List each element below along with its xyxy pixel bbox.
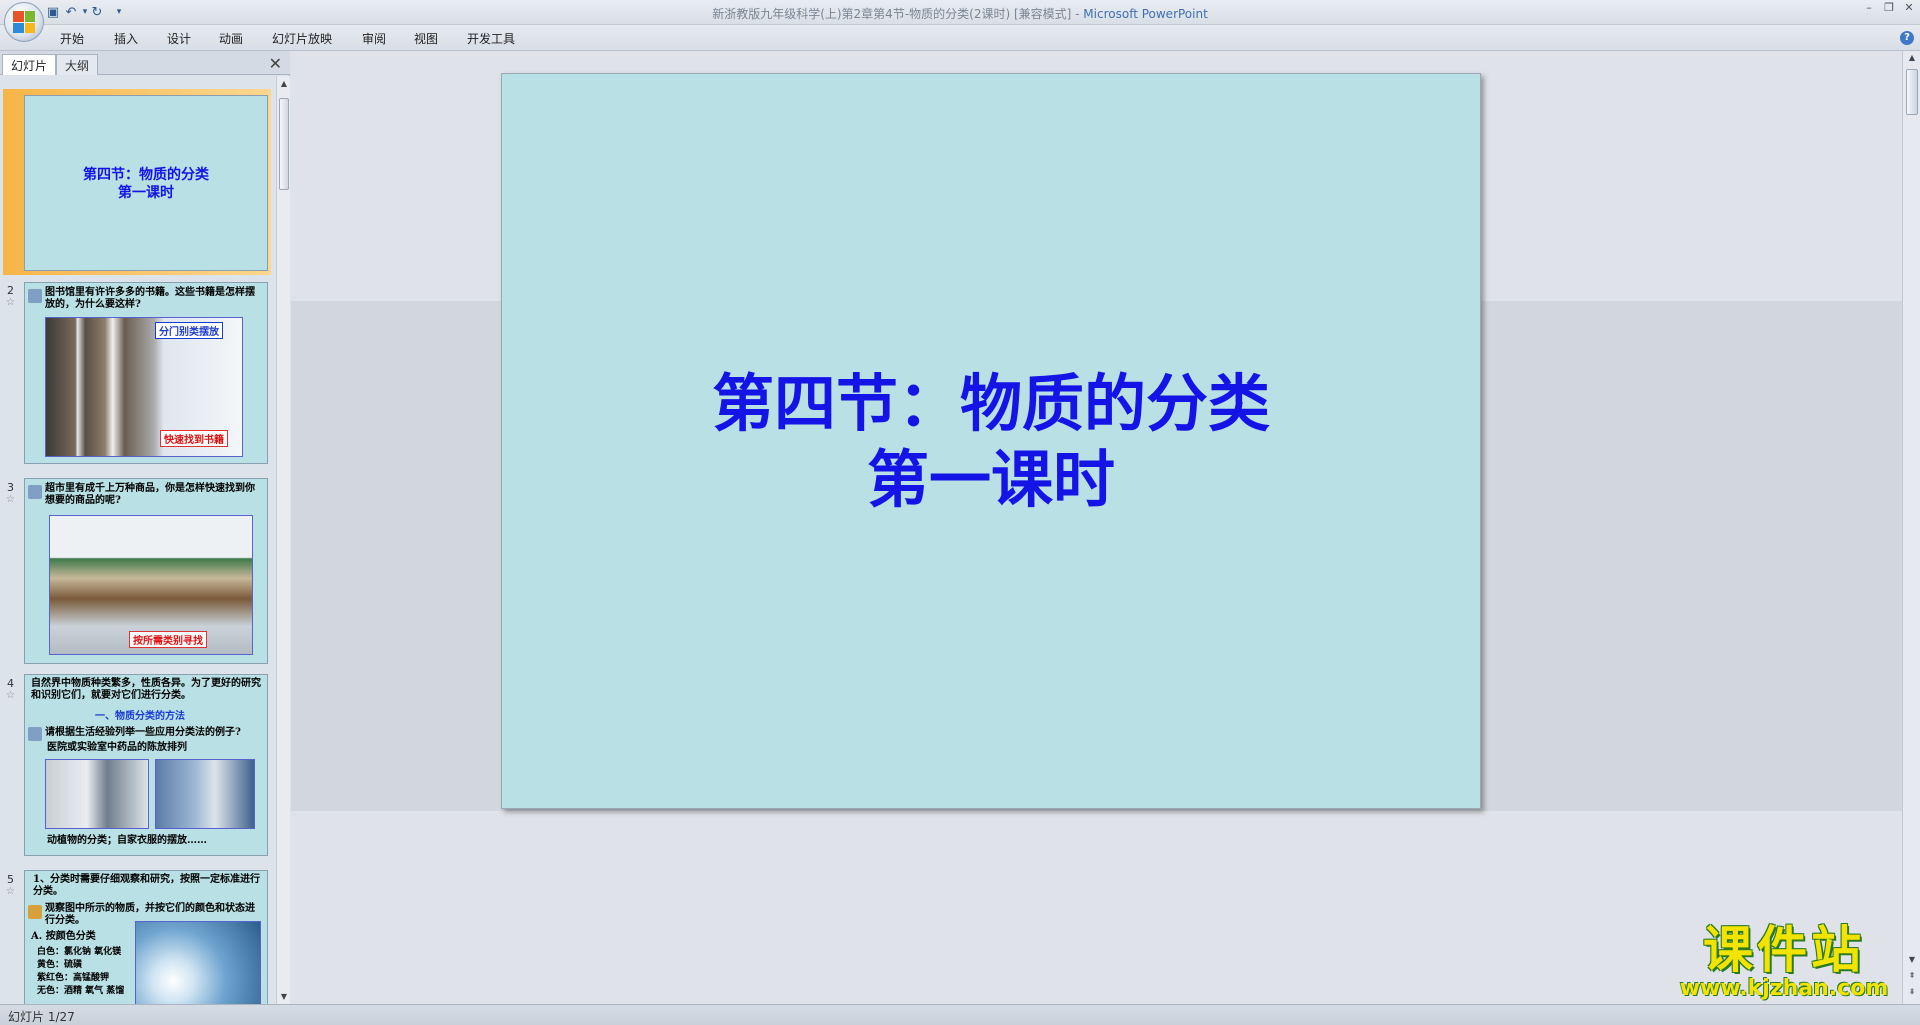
watermark-logo: 课件站 www.kjzhan.com bbox=[1668, 924, 1900, 1001]
tab-view[interactable]: 视图 bbox=[414, 30, 438, 47]
status-bar: 幻灯片 1/27 bbox=[0, 1004, 1920, 1025]
book-icon bbox=[28, 485, 42, 499]
animation-star-icon: ☆ bbox=[6, 886, 15, 897]
window-title: 新浙教版九年级科学(上)第2章第4节-物质的分类(2课时) [兼容模式] - M… bbox=[0, 5, 1920, 22]
scroll-thumb[interactable] bbox=[279, 98, 289, 190]
book-icon bbox=[28, 727, 42, 741]
animation-star-icon: ☆ bbox=[6, 494, 15, 505]
slide-thumb-3[interactable]: 超市里有成千上万种商品，你是怎样快速找到你想要的商品的呢? 按所需类别寻找 bbox=[24, 478, 268, 664]
title-bar: ▣ ↶ ▾ ↻ ▾ 新浙教版九年级科学(上)第2章第4节-物质的分类(2课时) … bbox=[0, 0, 1920, 42]
tab-developer[interactable]: 开发工具 bbox=[467, 30, 515, 47]
thumb5-row: 紫红色：高锰酸钾 bbox=[37, 973, 110, 983]
thumb2-label-top: 分门别类摆放 bbox=[155, 322, 223, 339]
thumb-number: 5 bbox=[7, 873, 14, 886]
thumb-number: 4 bbox=[7, 677, 14, 690]
slide-counter: 幻灯片 1/27 bbox=[8, 1010, 75, 1024]
previous-slide-icon[interactable]: ⇞ bbox=[1907, 971, 1917, 980]
thumb5-a-label: A. 按颜色分类 bbox=[31, 931, 96, 942]
thumb4-text: 自然界中物质种类繁多，性质各异。为了更好的研究和识别它们，就要对它们进行分类。 bbox=[31, 678, 261, 701]
slide-thumb-2[interactable]: 图书馆里有许许多多的书籍。这些书籍是怎样摆放的，为什么要这样? 分门别类摆放 快… bbox=[24, 282, 268, 464]
slides-pane: 幻灯片 大纲 ✕ 1 ☆ 第四节：物质的分类 第一课时 2 ☆ 图书馆里有许许多… bbox=[0, 51, 290, 1004]
slide-canvas: 第四节：物质的分类 第一课时 bbox=[291, 51, 1910, 1004]
office-button[interactable] bbox=[4, 2, 44, 42]
book-icon bbox=[28, 289, 42, 303]
slide-title-line2: 第一课时 bbox=[866, 443, 1115, 516]
pharmacy-photo bbox=[45, 759, 149, 829]
close-pane-icon[interactable]: ✕ bbox=[269, 54, 282, 73]
thumb-number: 2 bbox=[7, 284, 14, 297]
canvas-scrollbar[interactable]: ▲ ▼ ⇞ ⇟ bbox=[1902, 51, 1920, 1004]
watermark-url: www.kjzhan.com bbox=[1679, 976, 1889, 1001]
scroll-down-icon[interactable]: ▼ bbox=[1907, 955, 1917, 964]
thumb4-footer: 动植物的分类；自家衣服的摆放…… bbox=[47, 835, 207, 846]
tab-slides[interactable]: 幻灯片 bbox=[2, 54, 57, 75]
next-slide-icon[interactable]: ⇟ bbox=[1907, 987, 1917, 996]
close-icon[interactable]: ✕ bbox=[1900, 1, 1918, 15]
scroll-up-icon[interactable]: ▲ bbox=[1907, 53, 1917, 62]
minimize-icon[interactable]: – bbox=[1860, 1, 1878, 15]
tab-animations[interactable]: 动画 bbox=[219, 30, 243, 47]
scroll-down-icon[interactable]: ▼ bbox=[279, 992, 289, 1001]
thumb5-row: 黄色：硫磺 bbox=[37, 960, 83, 970]
help-icon[interactable]: ? bbox=[1900, 31, 1914, 45]
slide-thumb-5[interactable]: 1、分类时需要仔细观察和研究，按照一定标准进行分类。 观察图中所示的物质，并按它… bbox=[24, 870, 268, 1004]
lab-photo bbox=[155, 759, 255, 829]
scroll-up-icon[interactable]: ▲ bbox=[279, 79, 289, 88]
tab-design[interactable]: 设计 bbox=[167, 30, 191, 47]
slide-thumbnails: 1 ☆ 第四节：物质的分类 第一课时 2 ☆ 图书馆里有许许多多的书籍。这些书籍… bbox=[0, 76, 274, 1004]
thumb5-rows: 白色：氯化钠 氧化镁 黄色：硫磺 紫红色：高锰酸钾 无色：酒精 氧气 蒸馏 bbox=[37, 946, 124, 998]
animation-star-icon: ☆ bbox=[6, 297, 15, 308]
thumb5-row: 白色：氯化钠 氧化镁 bbox=[37, 947, 122, 957]
scroll-thumb[interactable] bbox=[1906, 69, 1918, 115]
tab-outline[interactable]: 大纲 bbox=[56, 54, 99, 75]
restore-icon[interactable]: ❐ bbox=[1880, 1, 1898, 15]
thumb2-text: 图书馆里有许许多多的书籍。这些书籍是怎样摆放的，为什么要这样? bbox=[45, 287, 255, 310]
app-name: Microsoft PowerPoint bbox=[1083, 7, 1208, 21]
thumbs-scrollbar[interactable]: ▲ ▼ bbox=[276, 76, 290, 1004]
slide-thumb-4[interactable]: 自然界中物质种类繁多，性质各异。为了更好的研究和识别它们，就要对它们进行分类。 … bbox=[24, 674, 268, 856]
slide-title-line1: 第四节：物质的分类 bbox=[711, 367, 1270, 440]
ribbon-tabs: 开始 插入 设计 动画 幻灯片放映 审阅 视图 开发工具 ? bbox=[0, 25, 1920, 51]
thumb4-question: 请根据生活经验列举一些应用分类法的例子? bbox=[45, 727, 241, 738]
pane-tabs: 幻灯片 大纲 ✕ bbox=[0, 51, 290, 75]
thumb1-title-line2: 第一课时 bbox=[118, 185, 174, 201]
animation-star-icon: ☆ bbox=[6, 690, 15, 701]
document-title: 新浙教版九年级科学(上)第2章第4节-物质的分类(2课时) [兼容模式] - bbox=[712, 7, 1084, 21]
thumb5-text: 1、分类时需要仔细观察和研究，按照一定标准进行分类。 bbox=[33, 874, 260, 897]
thumb2-label-bottom: 快速找到书籍 bbox=[160, 430, 228, 447]
thumb3-text: 超市里有成千上万种商品，你是怎样快速找到你想要的商品的呢? bbox=[45, 483, 255, 506]
tab-home[interactable]: 开始 bbox=[60, 30, 84, 47]
thumb4-example: 医院或实验室中药品的陈放排列 bbox=[47, 742, 187, 753]
tab-insert[interactable]: 插入 bbox=[114, 30, 138, 47]
tab-slideshow[interactable]: 幻灯片放映 bbox=[272, 30, 332, 47]
thumb5-row: 无色：酒精 氧气 蒸馏 bbox=[37, 986, 125, 996]
office-logo-icon bbox=[13, 11, 35, 33]
watermark-main: 课件站 bbox=[1703, 921, 1865, 979]
pencil-icon bbox=[28, 905, 42, 919]
current-slide[interactable]: 第四节：物质的分类 第一课时 bbox=[501, 73, 1481, 809]
thumb-number: 3 bbox=[7, 481, 14, 494]
thumb4-heading: 一、物质分类的方法 bbox=[95, 711, 185, 722]
slide-thumb-1[interactable]: 第四节：物质的分类 第一课时 bbox=[24, 95, 268, 271]
thumb1-title-line1: 第四节：物质的分类 bbox=[83, 167, 209, 183]
thumb3-label: 按所需类别寻找 bbox=[129, 631, 207, 648]
bottles-photo bbox=[135, 921, 261, 1004]
tab-review[interactable]: 审阅 bbox=[362, 30, 386, 47]
slide-title[interactable]: 第四节：物质的分类 第一课时 bbox=[502, 366, 1480, 518]
